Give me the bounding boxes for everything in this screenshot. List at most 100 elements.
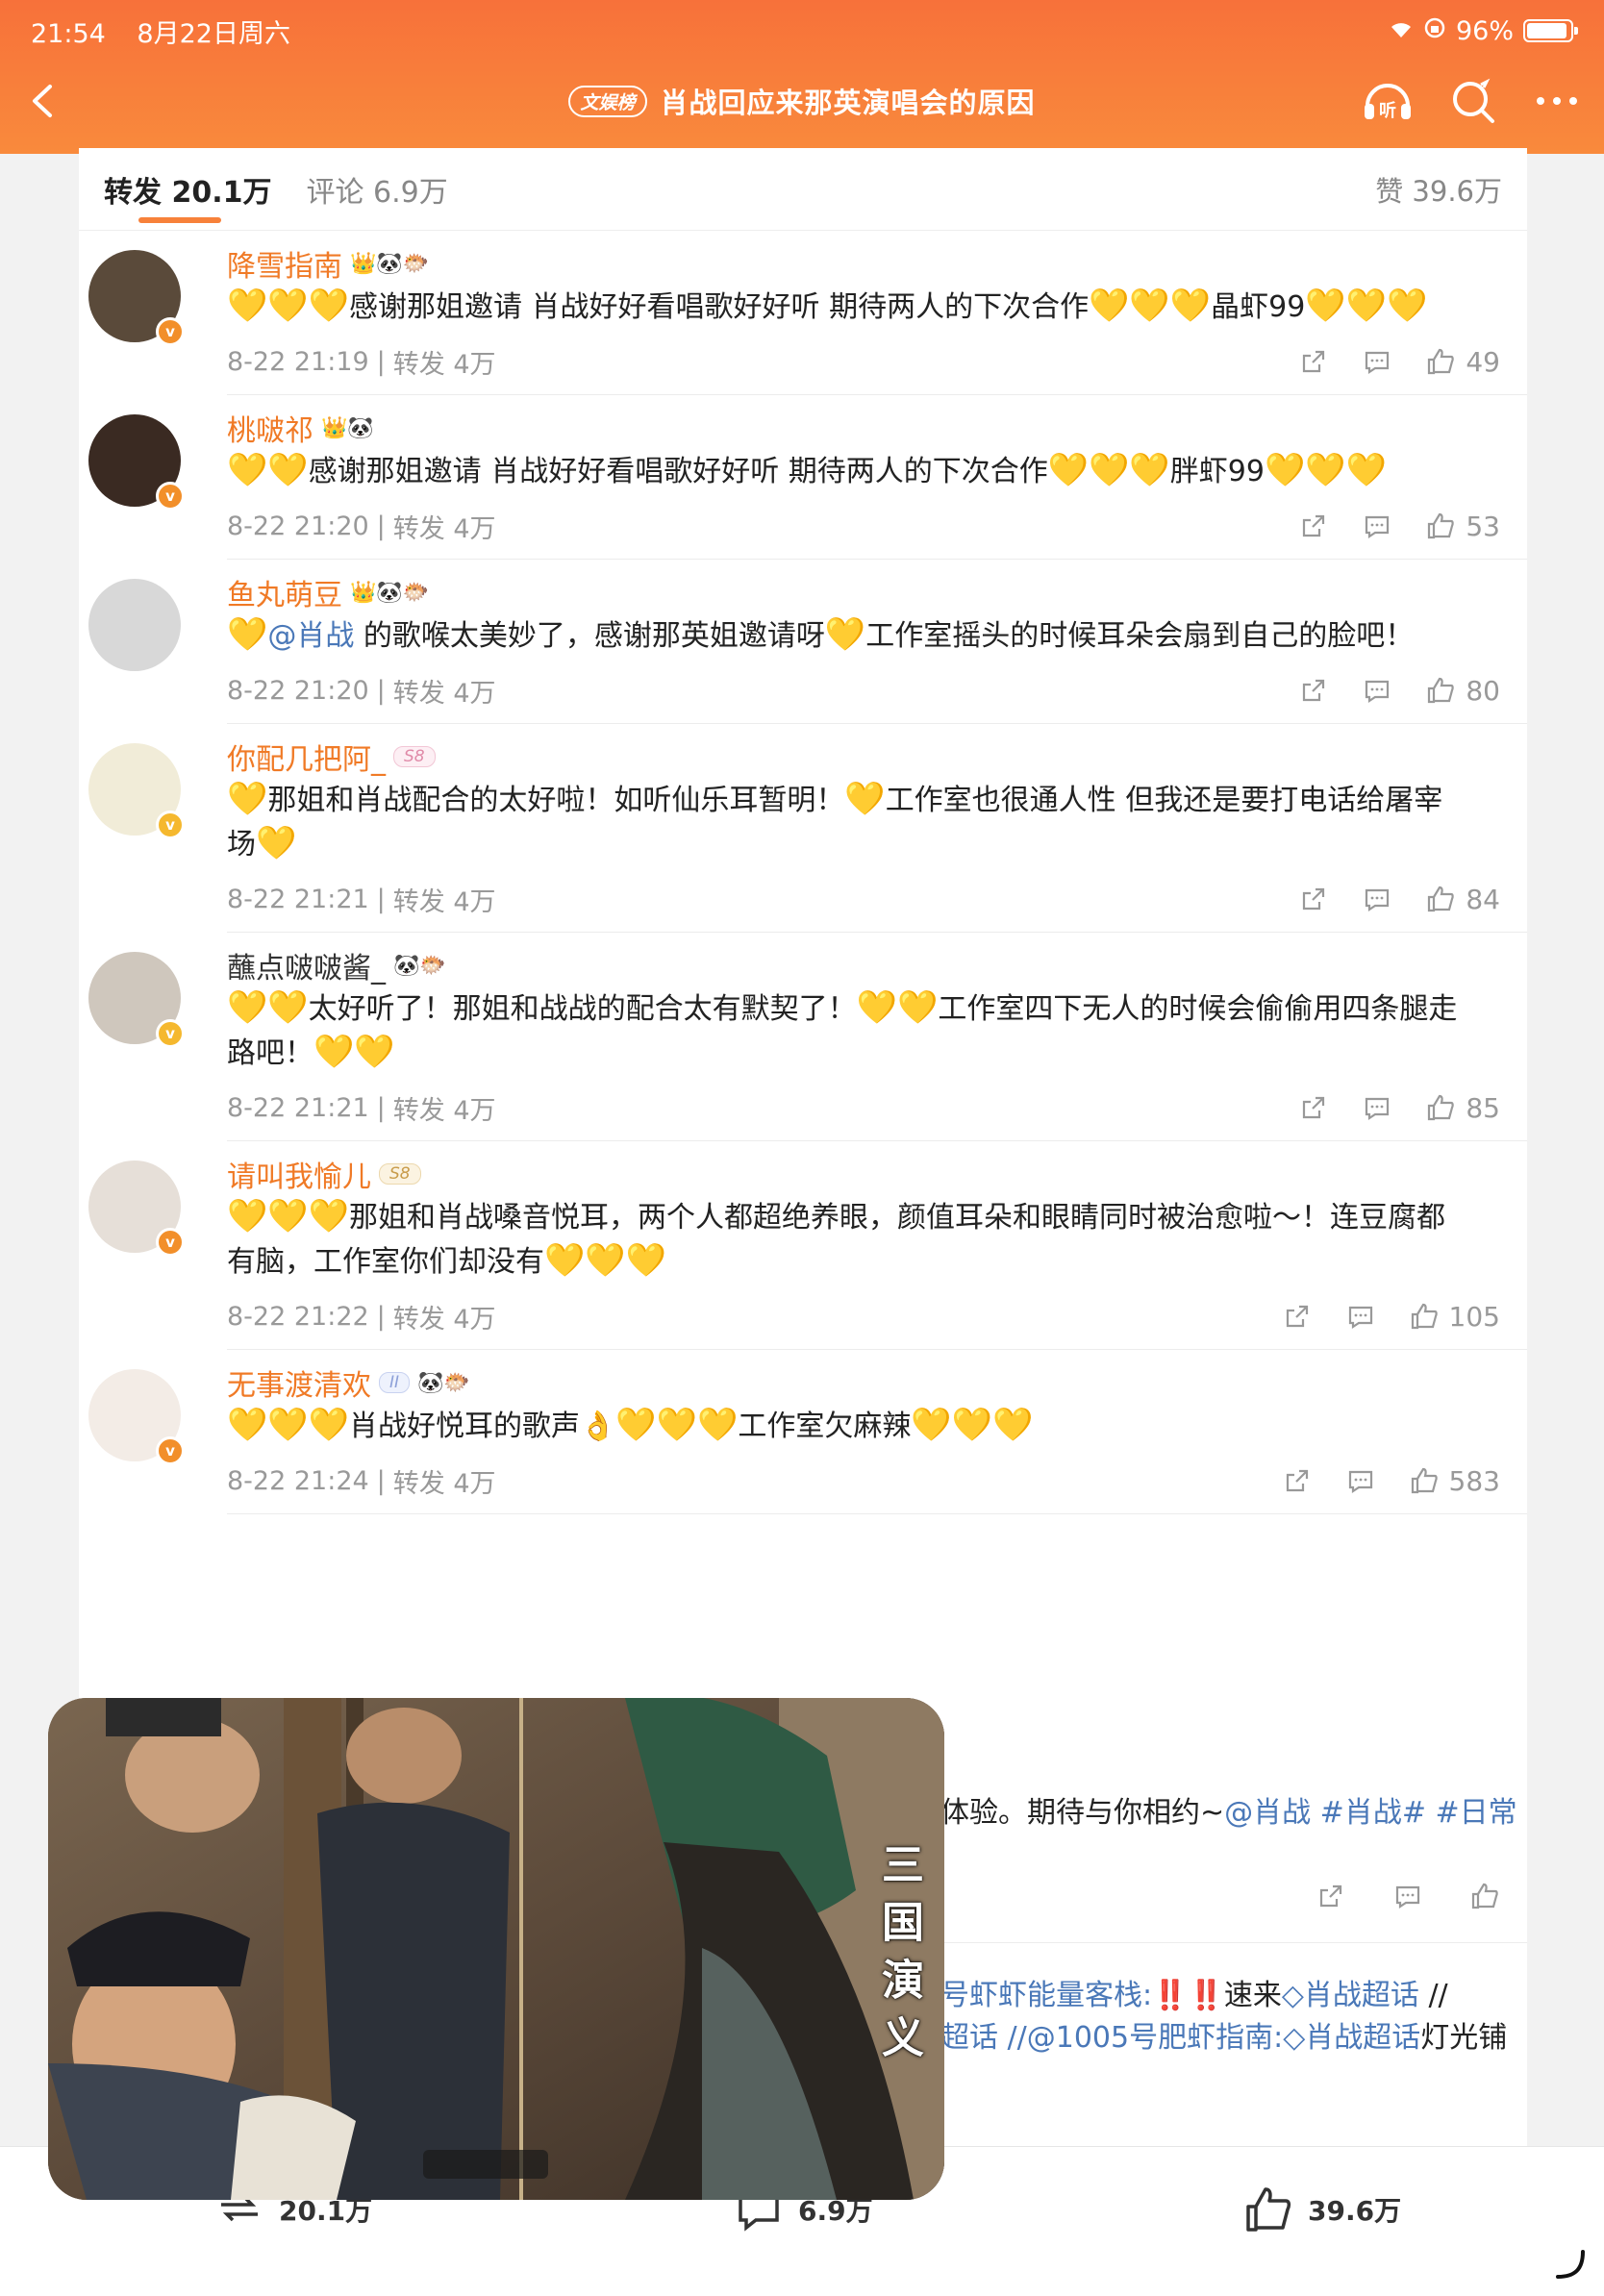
yellow-heart-emoji: 💛💛: [313, 1033, 395, 1071]
yellow-heart-emoji: 💛💛💛: [1047, 451, 1170, 489]
username[interactable]: 鱼丸萌豆: [227, 571, 342, 613]
yellow-heart-emoji: 💛: [227, 780, 268, 818]
repost-item[interactable]: 鱼丸萌豆 👑🐼🐡 💛@肖战 的歌喉太美妙了，感谢那英姐邀请呀💛工作室摇头的时候耳朵会…: [88, 560, 1527, 724]
pip-video-player[interactable]: 三国演义: [48, 1698, 944, 2200]
hot-list-badge: 文娱榜: [568, 85, 647, 117]
like-count: 53: [1466, 510, 1500, 542]
search-button[interactable]: [1444, 73, 1500, 129]
repost-item[interactable]: v 降雪指南 👑🐼🐡 💛💛💛感谢那姐邀请 肖战好好看唱歌好好听 期待两人的下次合作💛💛…: [88, 231, 1527, 395]
like-icon[interactable]: [1469, 1881, 1500, 1911]
avatar[interactable]: v: [88, 1160, 185, 1257]
timestamp: 8-22 21:21: [227, 1092, 369, 1123]
comment-button[interactable]: [1345, 1301, 1376, 1332]
repost-count[interactable]: 转发 4万: [393, 1462, 496, 1500]
fan-medal-icons: 👑🐼🐡: [350, 580, 430, 605]
repost-count[interactable]: 转发 4万: [393, 1298, 496, 1335]
level-badge: S8: [379, 1163, 421, 1185]
repost-item[interactable]: v 你配几把阿_ S8 💛那姐和肖战配合的太好啦！如听仙乐耳暂明！💛工作室也很通人性 …: [88, 724, 1527, 933]
like-button[interactable]: 49: [1425, 346, 1500, 378]
hidden-user-2[interactable]: 超话 //@1005号肥虾指南:: [940, 2021, 1283, 2055]
like-button[interactable]: 80: [1425, 675, 1500, 707]
repost-text-segment: 工作室摇头的时候耳朵会扇到自己的脸吧！: [865, 619, 1415, 653]
username[interactable]: 降雪指南: [227, 242, 342, 285]
resize-corner-icon[interactable]: [1552, 2244, 1591, 2283]
comment-button[interactable]: [1362, 1092, 1392, 1123]
yellow-heart-emoji: 💛💛💛: [1089, 287, 1212, 325]
repost-count[interactable]: 转发 4万: [393, 508, 496, 545]
share-button[interactable]: [1298, 675, 1329, 706]
avatar[interactable]: [88, 579, 181, 671]
repost-text: 💛💛💛那姐和肖战嗓音悦耳，两个人都超绝养眼，颜值耳朵和眼睛同时被治愈啦～！连豆腐…: [227, 1195, 1527, 1284]
username[interactable]: 请叫我愉儿: [227, 1153, 371, 1195]
comment-button[interactable]: [1362, 511, 1392, 541]
username[interactable]: 蘸点啵啵酱_: [227, 944, 386, 986]
repost-item[interactable]: v 无事渡清欢 II 🐼🐡 💛💛💛肖战好悦耳的歌声👌💛💛💛工作室欠麻辣💛💛💛 8-22 2…: [88, 1350, 1527, 1514]
share-button[interactable]: [1298, 346, 1329, 377]
video-frame: [48, 1698, 944, 2200]
back-button[interactable]: [17, 75, 69, 127]
avatar[interactable]: v: [88, 250, 185, 346]
username[interactable]: 无事渡清欢: [227, 1361, 371, 1404]
mention-link[interactable]: @肖战: [267, 619, 354, 653]
yellow-heart-emoji: 💛💛💛: [1305, 287, 1428, 325]
timestamp: 8-22 21:20: [227, 511, 369, 541]
share-button[interactable]: [1282, 1301, 1313, 1332]
repost-list: v 降雪指南 👑🐼🐡 💛💛💛感谢那姐邀请 肖战好好看唱歌好好听 期待两人的下次合作💛💛…: [79, 231, 1527, 1514]
repost-item[interactable]: v 蘸点啵啵酱_ 🐼🐡 💛💛太好听了！那姐和战战的配合太有默契了！💛💛工作室四下无人的…: [88, 933, 1527, 1141]
comment-button[interactable]: [1345, 1465, 1376, 1496]
verified-badge-icon: v: [156, 1019, 185, 1048]
comment-icon[interactable]: [1392, 1881, 1423, 1911]
comment-icon: [1366, 351, 1390, 375]
avatar[interactable]: v: [88, 414, 185, 511]
like-icon: [1428, 886, 1455, 912]
share-button[interactable]: [1298, 884, 1329, 914]
tab-likes[interactable]: 赞 39.6万: [1375, 169, 1502, 210]
page-title-group[interactable]: 文娱榜 肖战回应来那英演唱会的原因: [568, 81, 1035, 121]
repost-item[interactable]: v 桃啵祁 👑🐼 💛💛感谢那姐邀请 肖战好好看唱歌好好听 期待两人的下次合作💛💛💛胖虾…: [88, 395, 1527, 560]
like-button[interactable]: 84: [1425, 884, 1500, 915]
share-icon: [1303, 1096, 1325, 1119]
username[interactable]: 你配几把阿_: [227, 736, 386, 778]
status-bar: 21:54 8月22日周六 96%: [31, 13, 1578, 49]
verified-badge-icon: v: [156, 811, 185, 839]
yellow-heart-emoji: 💛: [824, 615, 866, 654]
tab-reposts[interactable]: 转发 20.1万: [104, 168, 271, 211]
repost-item[interactable]: v 请叫我愉儿 S8 💛💛💛那姐和肖战嗓音悦耳，两个人都超绝养眼，颜值耳朵和眼睛同时被…: [88, 1141, 1527, 1350]
listen-button[interactable]: 听: [1360, 73, 1416, 129]
hidden-user-1[interactable]: 号虾虾能量客栈:: [940, 1979, 1152, 2012]
more-button[interactable]: [1529, 73, 1585, 129]
level-badge: S8: [393, 746, 436, 767]
like-button[interactable]: 53: [1425, 511, 1500, 542]
status-time: 21:54: [31, 18, 106, 49]
bottom-like-button[interactable]: 39.6万: [1242, 2184, 1401, 2235]
repost-count[interactable]: 转发 4万: [393, 1089, 496, 1127]
supertopic-link-1[interactable]: ◇肖战超话: [1282, 1979, 1419, 2012]
repost-count[interactable]: 转发 4万: [393, 672, 496, 710]
share-icon: [1303, 514, 1325, 537]
share-button[interactable]: [1298, 511, 1329, 541]
avatar[interactable]: v: [88, 743, 185, 839]
avatar[interactable]: v: [88, 952, 185, 1048]
like-count: 583: [1448, 1464, 1500, 1497]
repost-count[interactable]: 转发 4万: [393, 881, 496, 918]
like-button[interactable]: 105: [1409, 1301, 1500, 1333]
comment-button[interactable]: [1362, 346, 1392, 377]
share-button[interactable]: [1298, 1092, 1329, 1123]
repost-text-segment: 那姐和肖战嗓音悦耳，两个人都超绝养眼，颜值耳朵和眼睛同时被治愈啦～！连豆腐都有脑…: [227, 1201, 1446, 1279]
username[interactable]: 桃啵祁: [227, 407, 313, 449]
like-button[interactable]: 583: [1409, 1465, 1500, 1497]
supertopic-link-2[interactable]: ◇肖战超话: [1283, 2021, 1420, 2055]
like-count: 85: [1466, 1091, 1500, 1124]
share-button[interactable]: [1282, 1465, 1313, 1496]
hidden-text-1: 体验。期待与你相约~: [940, 1796, 1225, 1830]
share-icon[interactable]: [1316, 1881, 1346, 1911]
yellow-heart-emoji: 💛💛: [856, 988, 939, 1027]
repost-count[interactable]: 转发 4万: [393, 343, 496, 381]
hidden-tags-1[interactable]: @肖战 #肖战# #日常: [1224, 1796, 1516, 1830]
like-button[interactable]: 85: [1425, 1092, 1500, 1124]
comment-button[interactable]: [1362, 675, 1392, 706]
repost-text-segment: 肖战好悦耳的歌声: [349, 1410, 581, 1443]
tab-comments[interactable]: 评论 6.9万: [306, 168, 447, 211]
avatar[interactable]: v: [88, 1369, 185, 1465]
comment-button[interactable]: [1362, 884, 1392, 914]
